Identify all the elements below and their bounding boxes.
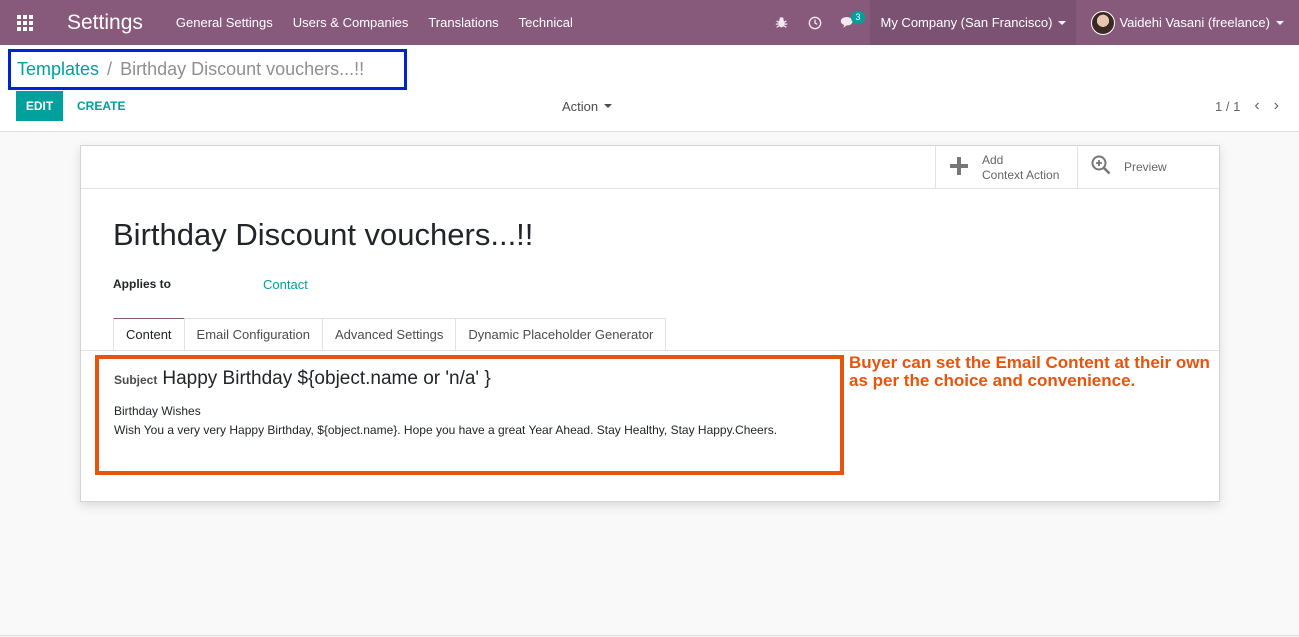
clock-icon[interactable] xyxy=(798,0,831,45)
menu-users-companies[interactable]: Users & Companies xyxy=(293,15,409,30)
action-label: Action xyxy=(562,98,599,114)
chat-badge: 3 xyxy=(851,11,865,24)
template-name: Birthday Discount vouchers...!! xyxy=(113,217,534,252)
breadcrumb-separator: / xyxy=(107,59,113,79)
action-dropdown[interactable]: Action xyxy=(562,91,613,121)
button-box: Add Context Action Preview xyxy=(81,146,1219,189)
pager: 1 / 1 ‹ › xyxy=(1215,91,1279,121)
plus-icon xyxy=(936,155,982,181)
tab-divider xyxy=(81,350,1219,351)
add-context-action-button[interactable]: Add Context Action xyxy=(935,146,1077,189)
breadcrumb-templates-link[interactable]: Templates xyxy=(17,59,99,80)
avatar xyxy=(1091,10,1116,35)
pager-value[interactable]: 1 / 1 xyxy=(1215,99,1240,114)
bug-icon[interactable] xyxy=(765,0,798,45)
chevron-right-icon[interactable]: › xyxy=(1274,97,1279,115)
create-button[interactable]: CREATE xyxy=(77,91,125,121)
company-switcher[interactable]: My Company (San Francisco) xyxy=(870,0,1077,45)
applies-to-label: Applies to xyxy=(113,277,172,291)
email-content-highlight: Subject Happy Birthday ${object.name or … xyxy=(95,355,844,475)
apps-menu-icon[interactable] xyxy=(0,0,50,45)
control-panel: Templates / Birthday Discount vouchers..… xyxy=(0,45,1299,132)
add-label: Add xyxy=(982,152,1004,167)
notebook-tabs: Content Email Configuration Advanced Set… xyxy=(113,318,667,350)
applies-to-value[interactable]: Contact xyxy=(263,277,308,292)
subject-value: Happy Birthday ${object.name or 'n/a' } xyxy=(162,368,491,389)
zoom-in-icon xyxy=(1078,155,1124,181)
body-heading: Birthday Wishes xyxy=(114,404,201,418)
app-title: Settings xyxy=(67,10,143,34)
annotation-text: Buyer can set the Email Content at their… xyxy=(849,353,1210,390)
company-name: My Company (San Francisco) xyxy=(880,15,1053,30)
chevron-down-icon xyxy=(604,104,613,108)
chevron-down-icon xyxy=(1276,20,1284,25)
chevron-down-icon xyxy=(1058,20,1067,25)
bottom-divider xyxy=(0,635,1299,636)
breadcrumb-current: Birthday Discount vouchers...!! xyxy=(120,59,365,79)
tab-email-configuration[interactable]: Email Configuration xyxy=(183,318,323,350)
tab-advanced-settings[interactable]: Advanced Settings xyxy=(322,318,457,350)
body-text: Wish You a very very Happy Birthday, ${o… xyxy=(114,423,778,437)
menu-translations[interactable]: Translations xyxy=(428,15,498,30)
user-name: Vaidehi Vasani (freelance) xyxy=(1119,15,1270,30)
preview-button[interactable]: Preview xyxy=(1077,146,1220,189)
subject-label: Subject xyxy=(114,373,158,387)
edit-button[interactable]: EDIT xyxy=(16,91,63,121)
subject-row: Subject Happy Birthday ${object.name or … xyxy=(114,368,491,390)
context-action-label: Context Action xyxy=(982,167,1060,182)
chat-icon[interactable]: 3 xyxy=(831,0,865,45)
add-context-action-label: Add Context Action xyxy=(982,153,1059,183)
breadcrumb: Templates / Birthday Discount vouchers..… xyxy=(8,49,407,90)
menu-technical[interactable]: Technical xyxy=(519,15,573,30)
chevron-left-icon[interactable]: ‹ xyxy=(1254,97,1259,115)
tab-dynamic-placeholder-generator[interactable]: Dynamic Placeholder Generator xyxy=(455,318,667,350)
menu-general-settings[interactable]: General Settings xyxy=(176,15,273,30)
tab-content[interactable]: Content xyxy=(113,318,185,350)
user-menu[interactable]: Vaidehi Vasani (freelance) xyxy=(1076,0,1299,45)
form-sheet: Add Context Action Preview Birthday Disc… xyxy=(80,145,1220,502)
top-navbar: Settings General Settings Users & Compan… xyxy=(0,0,1299,45)
preview-label: Preview xyxy=(1124,160,1167,174)
